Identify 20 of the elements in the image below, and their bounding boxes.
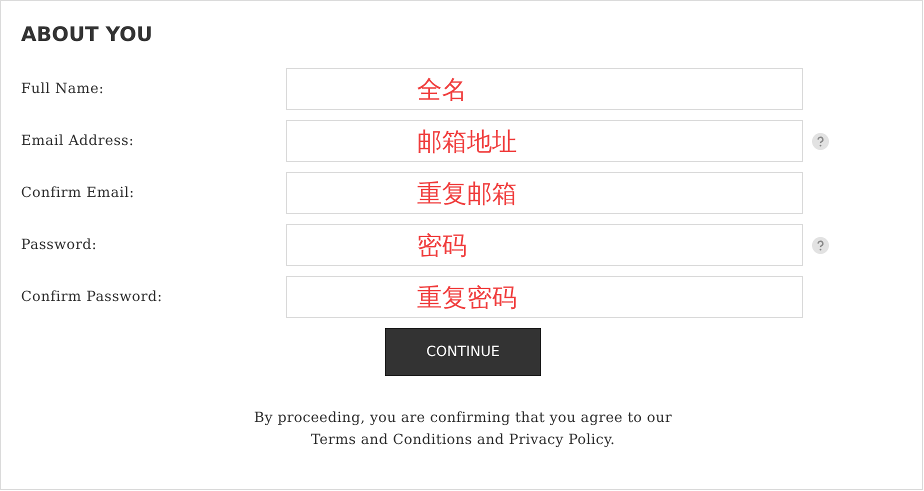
continue-button[interactable]: CONTINUE	[385, 328, 541, 376]
field-label: Full Name:	[21, 81, 106, 97]
field-label: Confirm Password:	[21, 289, 164, 305]
input-field[interactable]: 重复密码	[286, 276, 803, 318]
input-field[interactable]: 邮箱地址	[286, 120, 803, 162]
help-icon[interactable]	[812, 132, 829, 150]
annotation-text: 重复邮箱	[417, 178, 517, 210]
input-field[interactable]: 密码	[286, 224, 803, 266]
field-label: Password:	[21, 237, 98, 253]
input-field[interactable]: 全名	[286, 68, 803, 110]
field-label: Email Address:	[21, 133, 135, 149]
annotation-text: 重复密码	[417, 282, 517, 314]
annotation-text: 全名	[417, 74, 467, 106]
annotation-text: 密码	[417, 230, 467, 262]
section-heading: ABOUT YOU	[21, 22, 154, 46]
field-label: Confirm Email:	[21, 185, 136, 201]
annotation-text: 邮箱地址	[417, 126, 517, 158]
help-icon[interactable]	[812, 236, 829, 254]
input-field[interactable]: 重复邮箱	[286, 172, 803, 214]
terms-text: By proceeding, you are confirming that you agree to our Terms and Conditions and Privacy Policy.	[253, 409, 673, 450]
